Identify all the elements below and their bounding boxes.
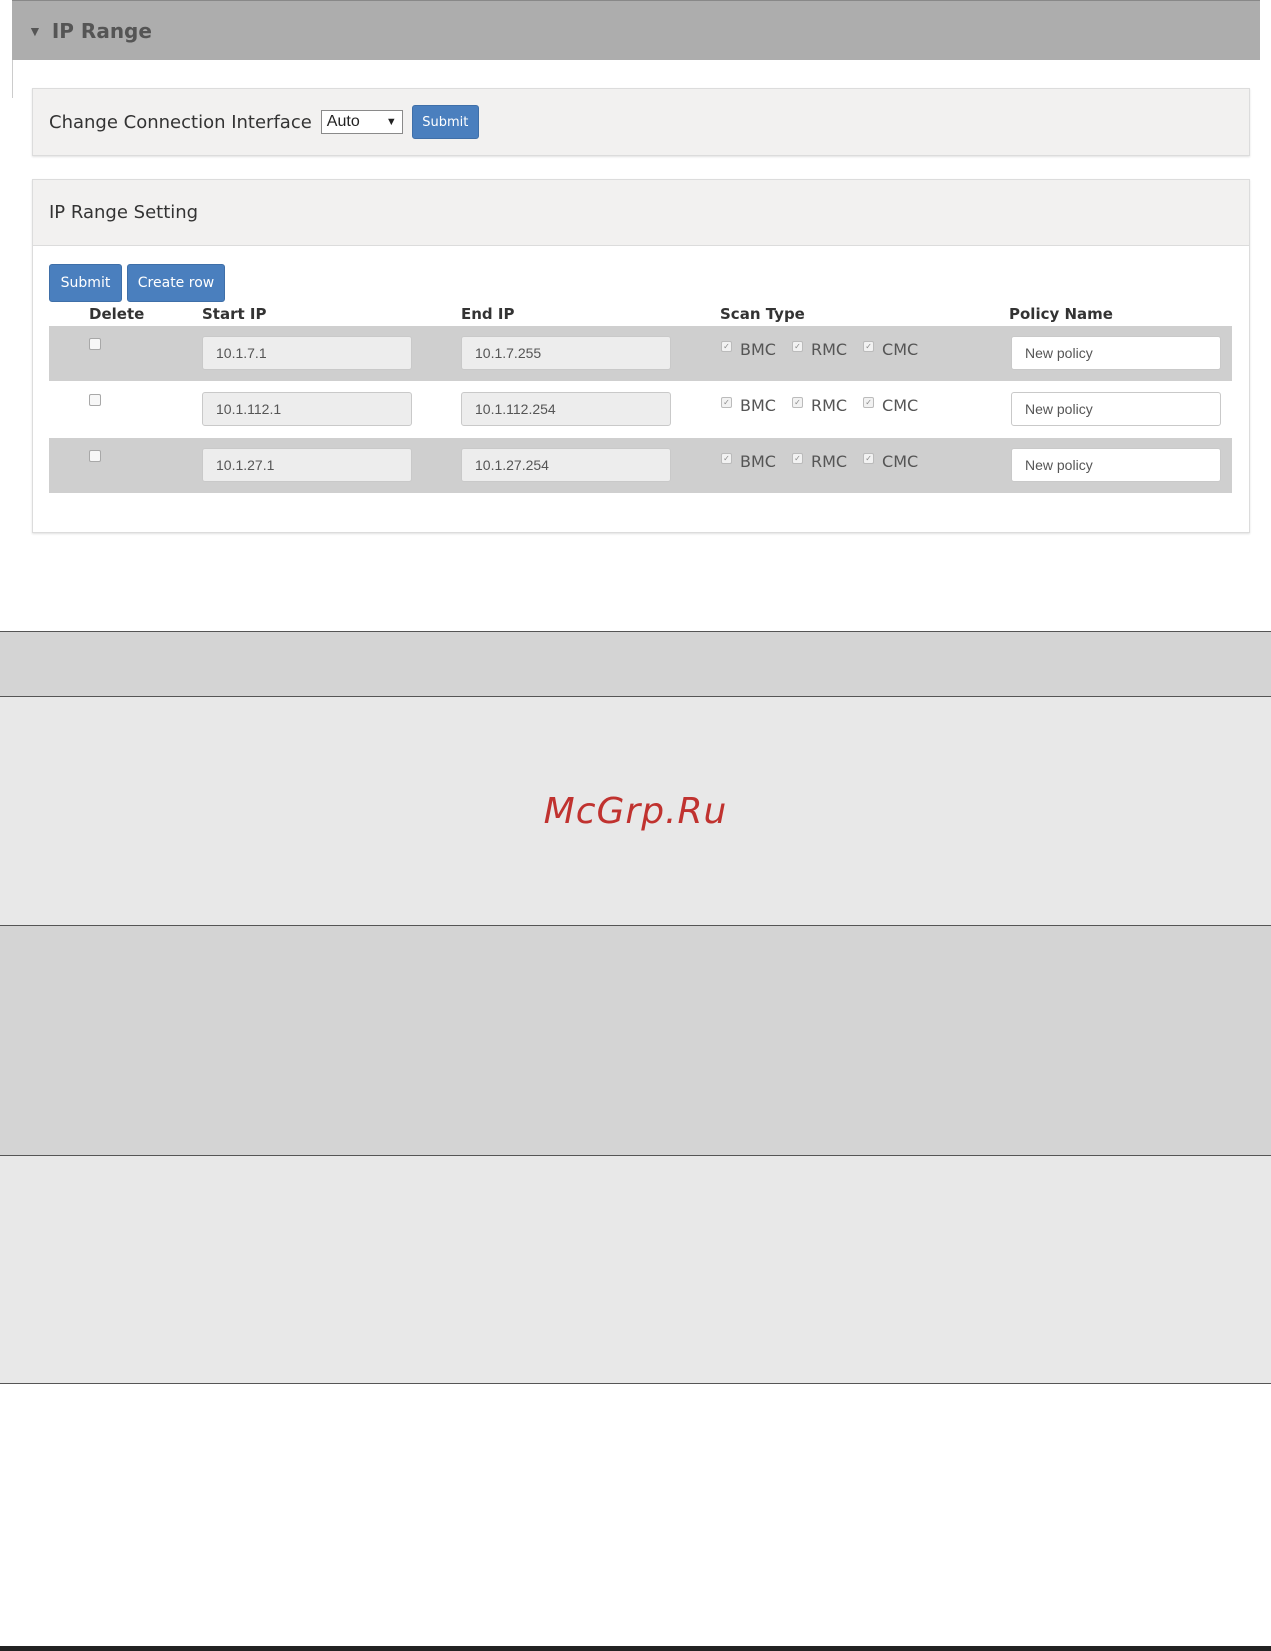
cmc-checkbox[interactable]: ✓: [863, 397, 875, 408]
rmc-checkbox[interactable]: ✓: [791, 397, 803, 408]
ip-range-setting-title: IP Range Setting: [33, 180, 1249, 246]
bmc-label: BMC: [740, 452, 776, 471]
select-value: Auto: [326, 113, 360, 130]
bmc-checkbox[interactable]: ✓: [721, 453, 732, 464]
rmc-checkbox[interactable]: ✓: [791, 453, 803, 464]
policy-name-input[interactable]: New policy: [1011, 392, 1221, 426]
page-bottom-rule: [0, 1646, 1271, 1651]
delete-checkbox[interactable]: [89, 450, 101, 462]
watermark-text: McGrp.Ru: [543, 790, 728, 832]
column-header-delete: Delete: [89, 305, 145, 323]
end-ip-input[interactable]: 10.1.27.254: [461, 448, 671, 482]
start-ip-input[interactable]: 10.1.27.1: [202, 448, 412, 482]
connection-submit-button[interactable]: Submit: [411, 105, 479, 139]
lower-table-row: [0, 925, 1271, 1155]
table-row: 10.1.7.1 10.1.7.255 ✓ BMC ✓ RMC ✓ CMC New p…: [49, 326, 1232, 381]
cmc-checkbox[interactable]: ✓: [863, 341, 875, 352]
bmc-label: BMC: [740, 340, 776, 359]
range-submit-button[interactable]: Submit: [49, 264, 122, 302]
rmc-checkbox[interactable]: ✓: [791, 341, 803, 352]
delete-checkbox[interactable]: [89, 338, 101, 350]
scan-type-group: ✓ BMC ✓ RMC ✓ CMC: [721, 452, 934, 471]
delete-checkbox[interactable]: [89, 394, 101, 406]
column-header-end-ip: End IP: [461, 305, 515, 323]
divider: [12, 60, 13, 98]
ip-range-header[interactable]: ▼ IP Range: [12, 0, 1260, 60]
lower-table-row: [0, 1155, 1271, 1384]
end-ip-input[interactable]: 10.1.7.255: [461, 336, 671, 370]
connection-interface-label: Change Connection Interface: [49, 111, 312, 133]
cmc-label: CMC: [882, 396, 919, 415]
bmc-checkbox[interactable]: ✓: [721, 341, 732, 352]
start-ip-input[interactable]: 10.1.112.1: [202, 392, 412, 426]
create-row-button[interactable]: Create row: [127, 264, 225, 302]
cmc-checkbox[interactable]: ✓: [863, 453, 875, 464]
rmc-label: RMC: [810, 340, 848, 359]
cmc-label: CMC: [882, 340, 919, 359]
bmc-label: BMC: [740, 396, 776, 415]
scan-type-group: ✓ BMC ✓ RMC ✓ CMC: [721, 396, 934, 415]
connection-interface-select[interactable]: Auto ▼: [320, 110, 403, 134]
range-toolbar: Submit Create row: [49, 264, 225, 302]
table-row: 10.1.112.1 10.1.112.254 ✓ BMC ✓ RMC ✓ CMC N…: [49, 382, 1232, 437]
column-header-scan-type: Scan Type: [720, 305, 805, 323]
column-header-start-ip: Start IP: [202, 305, 267, 323]
start-ip-input[interactable]: 10.1.7.1: [202, 336, 412, 370]
table-row: 10.1.27.1 10.1.27.254 ✓ BMC ✓ RMC ✓ CMC New…: [49, 438, 1232, 493]
dropdown-arrow-icon: ▼: [385, 116, 397, 128]
lower-table-row: McGrp.Ru: [0, 696, 1271, 925]
lower-table: McGrp.Ru: [0, 631, 1271, 1384]
caret-down-icon[interactable]: ▼: [28, 23, 42, 39]
policy-name-input[interactable]: New policy: [1011, 448, 1221, 482]
rmc-label: RMC: [810, 396, 848, 415]
bmc-checkbox[interactable]: ✓: [721, 397, 732, 408]
policy-name-input[interactable]: New policy: [1011, 336, 1221, 370]
end-ip-input[interactable]: 10.1.112.254: [461, 392, 671, 426]
column-header-policy-name: Policy Name: [1009, 305, 1113, 323]
lower-table-row: [0, 631, 1271, 696]
ip-range-setting-panel: IP Range Setting Submit Create row Delet…: [32, 179, 1250, 533]
rmc-label: RMC: [810, 452, 848, 471]
ip-range-title: IP Range: [51, 18, 152, 43]
cmc-label: CMC: [882, 452, 919, 471]
connection-panel: Change Connection Interface Auto ▼ Submi…: [32, 88, 1250, 156]
scan-type-group: ✓ BMC ✓ RMC ✓ CMC: [721, 340, 934, 359]
